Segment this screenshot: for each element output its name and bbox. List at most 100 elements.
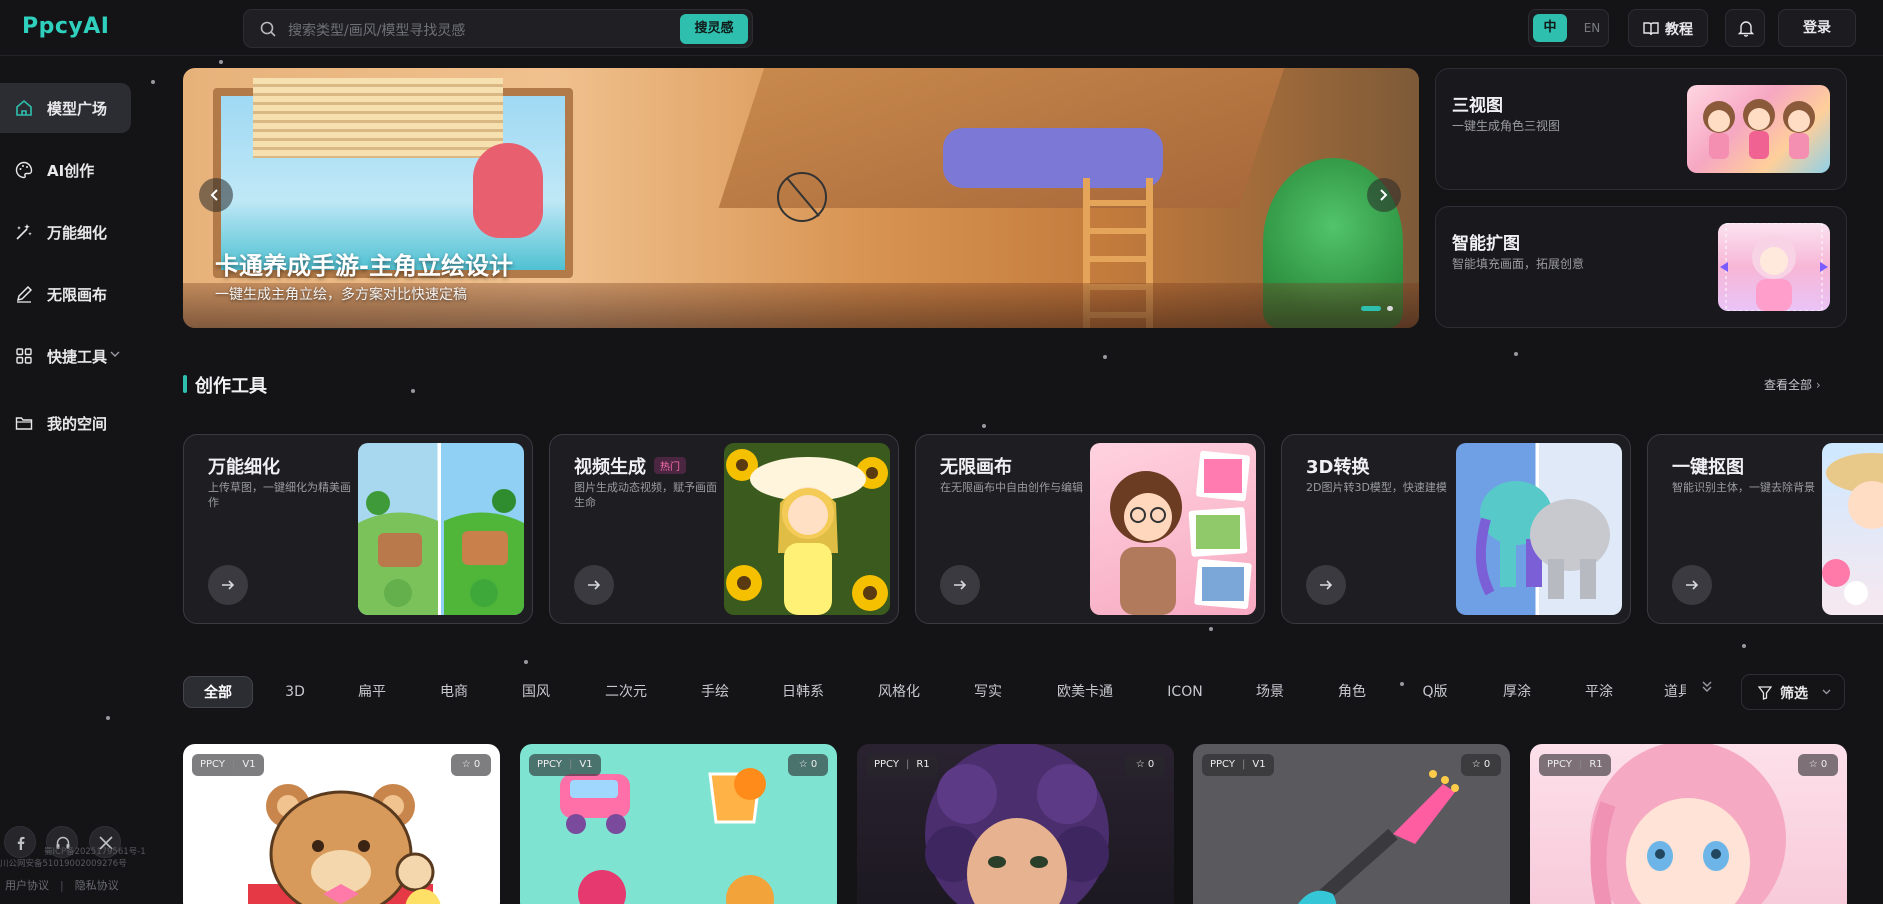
favorite-count: 0 [1483,759,1491,770]
user-agreement-link[interactable]: 用户协议 [5,879,49,892]
pause-icon[interactable] [777,172,827,222]
tool-go-button[interactable] [1306,565,1346,605]
smart-expand-card[interactable]: 智能扩图 智能填充画面，拓展创意 [1435,206,1847,328]
tutorial-button[interactable]: 教程 [1628,9,1708,47]
gallery-card[interactable]: PPCY | V1 ☆ 0 [183,744,500,904]
tool-desc: 在无限画布中自由创作与编辑 [940,481,1083,494]
tool-go-button[interactable] [1672,565,1712,605]
lang-zh-button[interactable]: 中 [1533,14,1567,42]
tool-thumbnail [1090,443,1256,615]
category-chip[interactable]: 国风 [519,676,553,708]
facebook-link[interactable] [4,826,36,858]
category-chip[interactable]: 日韩系 [780,676,826,708]
search-input[interactable]: 搜索类型/画风/模型寻找灵感 [288,20,465,40]
category-chip[interactable]: Q版 [1418,676,1452,708]
category-chip[interactable]: 厚涂 [1500,676,1534,708]
category-chip[interactable]: 欧美卡通 [1054,676,1116,708]
category-chip[interactable]: 平涂 [1582,676,1616,708]
chevron-left-icon [210,189,218,201]
category-chip[interactable]: 全部 [183,676,253,708]
sidebar-item-ai-create[interactable]: AI创作 [0,145,131,195]
favorite-count: 0 [810,759,818,770]
search-button[interactable]: 搜灵感 [680,14,748,44]
gallery-card[interactable]: PPCY | V1 ☆ 0 [520,744,837,904]
sidebar-item-label: 我的空间 [47,415,108,433]
model-badge: PPCY | V1 [529,754,601,776]
sunflower-girl-thumbnail-image [726,449,888,615]
category-chip[interactable]: 角色 [1335,676,1369,708]
sidebar-item-model-square[interactable]: 模型广场 [0,83,131,133]
category-chip[interactable]: 风格化 [876,676,922,708]
badge-divider: | [1578,759,1583,770]
category-chip[interactable]: 扁平 [355,676,389,708]
flower-girl-thumbnail-image [1822,453,1883,605]
tool-desc: 2D图片转3D模型，快速建模 [1306,481,1447,494]
sidebar-item-label: 无限画布 [47,286,108,304]
double-chevron-down-icon[interactable] [1700,680,1714,694]
arrow-right-icon [1686,580,1699,590]
tool-card-video[interactable]: 视频生成 热门 图片生成动态视频，赋予画面生命 [549,434,899,624]
tool-go-button[interactable] [208,565,248,605]
favorite-button[interactable]: ☆ 0 [451,754,491,776]
decorative-dot [524,660,528,664]
chevron-down-icon [110,351,120,357]
lang-en-button[interactable]: EN [1577,14,1607,42]
category-chip[interactable]: 道具 [1664,676,1686,708]
category-chip[interactable]: 手绘 [698,676,732,708]
tool-desc: 上传草图，一键细化为精美画作 [208,481,351,509]
tool-go-button[interactable] [574,565,614,605]
sidebar-item-quick-tools[interactable]: 快捷工具 [0,331,131,381]
tool-go-button[interactable] [940,565,980,605]
pagination-dot[interactable] [1387,306,1393,311]
magic-wand-icon [16,224,32,240]
favorite-button[interactable]: ☆ 0 [788,754,828,776]
tool-card-3d-convert[interactable]: 3D转换 2D图片转3D模型，快速建模 [1281,434,1631,624]
badge-version: V1 [579,759,593,770]
gallery-card[interactable]: PPCY | R1 ☆ 0 [857,744,1174,904]
sidebar-item-refine[interactable]: 万能细化 [0,207,131,257]
login-button[interactable]: 登录 [1778,9,1856,47]
notification-button[interactable] [1725,9,1765,47]
badge-brand: PPCY [1210,759,1235,770]
sidebar-item-label: 万能细化 [47,224,108,242]
decorative-dot [1209,627,1213,631]
view-all-link[interactable]: 查看全部 [1764,376,1821,393]
hero-banner[interactable]: 卡通养成手游-主角立绘设计 一键生成主角立绘，多方案对比快速定稿 [183,68,1419,328]
tool-card-infinite-canvas[interactable]: 无限画布 在无限画布中自由创作与编辑 [915,434,1265,624]
decorative-dot [1742,644,1746,648]
search-icon [260,21,276,37]
banner-prev-button[interactable] [199,178,233,212]
section-accent-bar [183,375,187,393]
category-chip[interactable]: ICON [1165,676,1205,708]
icp-number[interactable]: 蜀ICP备2025179561号-1 [44,846,146,858]
category-chip[interactable]: 场景 [1253,676,1287,708]
category-chip[interactable]: 二次元 [603,676,649,708]
tool-card-cutout[interactable]: 一键抠图 智能识别主体，一键去除背景 [1647,434,1883,624]
favorite-button[interactable]: ☆ 0 [1461,754,1501,776]
police-record[interactable]: 川公网安备51019002009276号 [0,858,127,870]
grid-icon [16,348,32,364]
sidebar-item-my-space[interactable]: 我的空间 [0,398,131,448]
top-header: PpcyAI 搜索类型/画风/模型寻找灵感 搜灵感 中 EN 教程 登录 [0,0,1883,56]
gallery-card[interactable]: PPCY | R1 ☆ 0 [1530,744,1847,904]
banner-next-button[interactable] [1367,178,1401,212]
category-chip[interactable]: 3D [278,676,312,708]
model-badge: PPCY | R1 [866,754,938,776]
favorite-button[interactable]: ☆ 0 [1798,754,1838,776]
pagination-dot-active[interactable] [1361,306,1381,311]
favorite-button[interactable]: ☆ 0 [1125,754,1165,776]
tool-card-refine[interactable]: 万能细化 上传草图，一键细化为精美画作 [183,434,533,624]
three-view-card[interactable]: 三视图 一键生成角色三视图 [1435,68,1847,190]
sidebar-item-infinite-canvas[interactable]: 无限画布 [0,269,131,319]
category-chip[interactable]: 电商 [437,676,471,708]
decorative-dot [1400,682,1404,686]
logo[interactable]: PpcyAI [22,14,109,39]
tool-title: 视频生成 热门 [574,453,686,479]
decorative-dot [1103,355,1107,359]
category-chip[interactable]: 写实 [971,676,1005,708]
palette-icon [15,161,33,179]
privacy-link[interactable]: 隐私协议 [75,879,119,892]
filter-button[interactable]: 筛选 [1741,674,1845,710]
gallery-card[interactable]: PPCY | V1 ☆ 0 [1193,744,1510,904]
elephant-thumbnail-image [1475,481,1610,599]
